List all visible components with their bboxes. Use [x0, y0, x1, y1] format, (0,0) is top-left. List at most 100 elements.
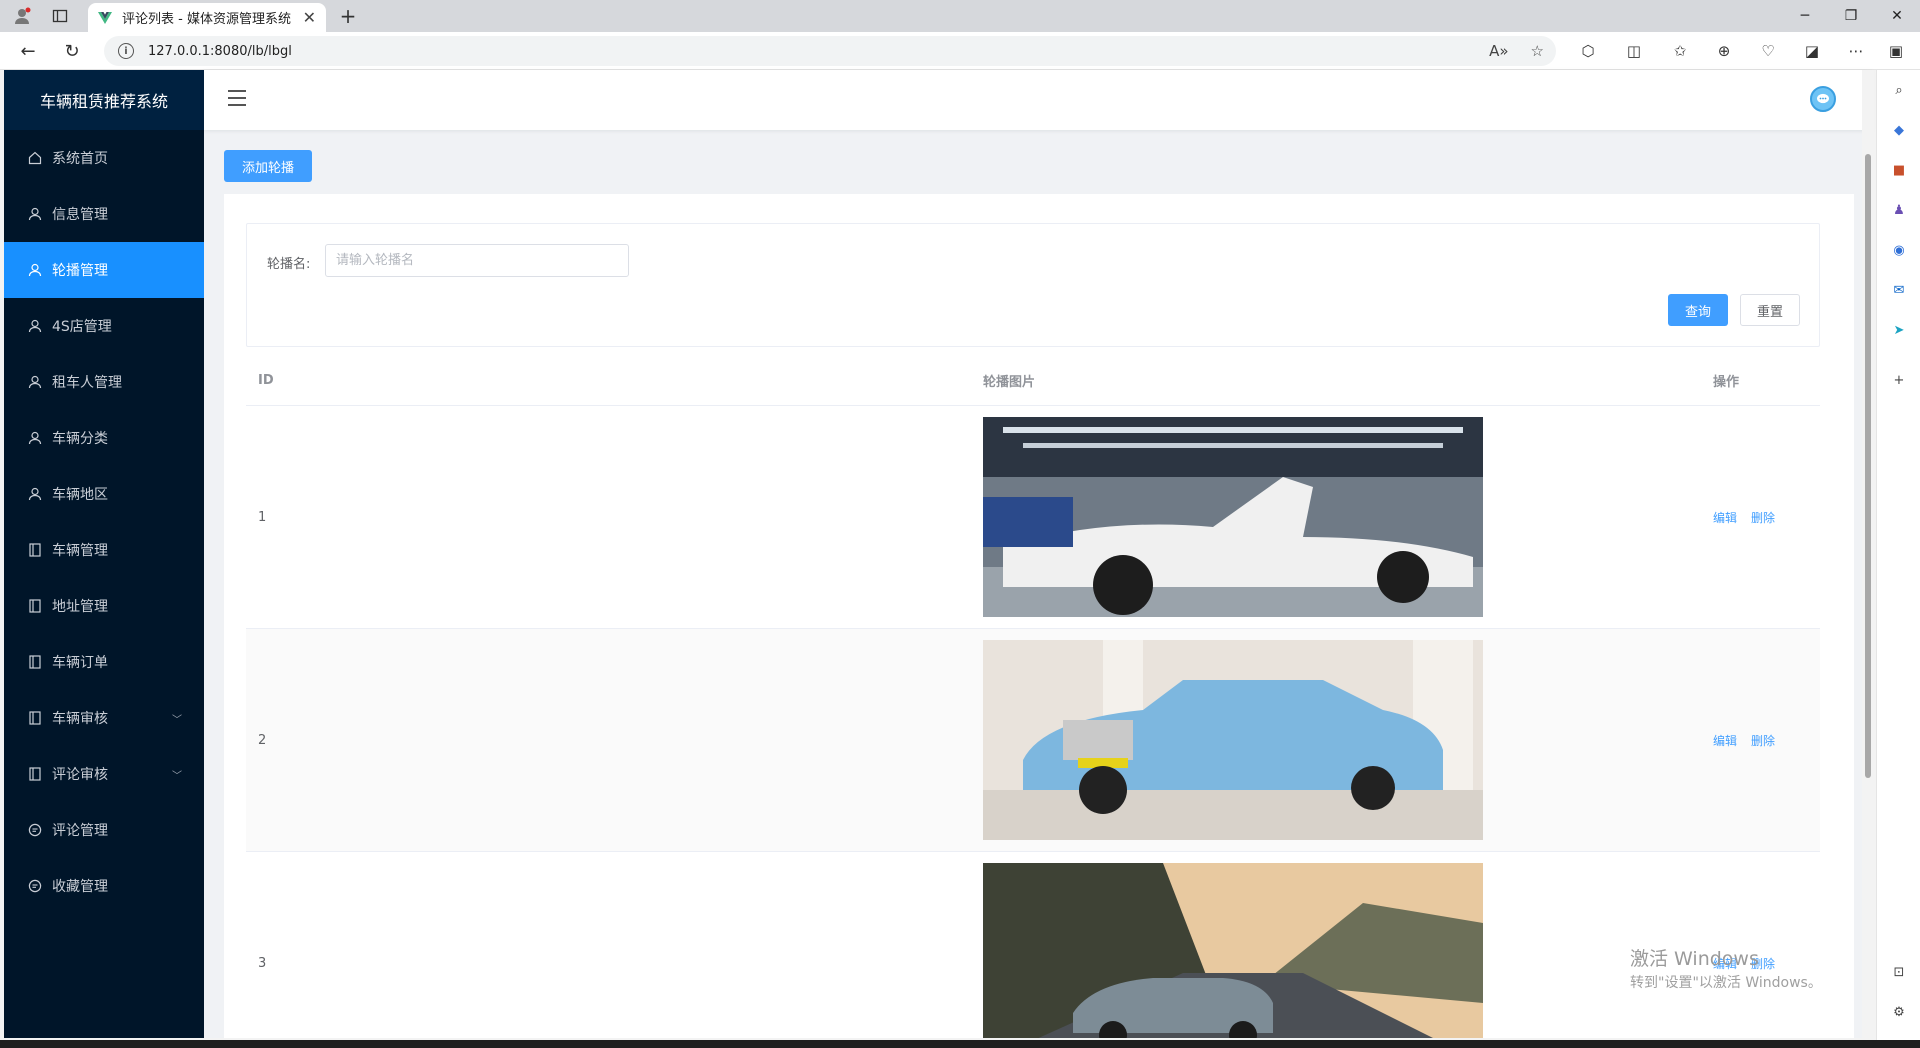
- add-panel-icon[interactable]: +: [1889, 370, 1909, 390]
- extensions-icon[interactable]: ⬡: [1576, 40, 1600, 62]
- sidebar-item-vehicle-category[interactable]: 车辆分类: [4, 410, 204, 466]
- send-icon[interactable]: ➤: [1889, 320, 1909, 340]
- sidebar-item-label: 评论审核: [52, 767, 108, 783]
- document-icon: [28, 655, 42, 669]
- minimize-icon[interactable]: ─: [1782, 0, 1828, 32]
- favorite-star-icon[interactable]: ☆: [1531, 42, 1544, 60]
- page-scrollbar[interactable]: [1862, 70, 1874, 1040]
- chat-icon: [28, 879, 42, 893]
- sidebar-item-4s-store[interactable]: 4S店管理: [4, 298, 204, 354]
- table-row: 2 编辑 删除: [246, 629, 1820, 852]
- carousel-name-input[interactable]: [325, 244, 629, 277]
- sidebar-item-label: 系统首页: [52, 151, 108, 167]
- search-icon[interactable]: ⌕: [1889, 80, 1909, 100]
- home-icon: [28, 151, 42, 165]
- sidebar-item-label: 车辆分类: [52, 431, 108, 447]
- browser-essentials-icon[interactable]: ♡: [1756, 40, 1780, 62]
- site-info-icon[interactable]: i: [118, 43, 134, 59]
- split-screen-icon[interactable]: ◫: [1622, 40, 1646, 62]
- delete-link[interactable]: 删除: [1751, 509, 1775, 526]
- sidebar-item-label: 信息管理: [52, 207, 108, 223]
- collections-icon[interactable]: ⊕: [1712, 40, 1736, 62]
- refresh-icon[interactable]: ↻: [60, 40, 84, 62]
- row-actions: 编辑 删除: [1713, 509, 1820, 526]
- document-icon: [28, 767, 42, 781]
- sidebar-item-vehicle-review[interactable]: 车辆审核 ﹀: [4, 690, 204, 746]
- column-header-image: 轮播图片: [983, 375, 1036, 390]
- sidebar-item-carousel[interactable]: 轮播管理: [4, 242, 204, 298]
- sidebar-item-comments[interactable]: 评论管理: [4, 802, 204, 858]
- edit-link[interactable]: 编辑: [1713, 509, 1737, 526]
- browser-tab[interactable]: 评论列表 - 媒体资源管理系统 ✕: [88, 3, 326, 32]
- edit-link[interactable]: 编辑: [1713, 732, 1737, 749]
- copilot-icon[interactable]: ◪: [1800, 40, 1824, 62]
- microsoft365-icon[interactable]: ◉: [1889, 240, 1909, 260]
- sidebar-item-label: 车辆管理: [52, 543, 108, 559]
- sidebar-item-info[interactable]: 信息管理: [4, 186, 204, 242]
- sidebar-item-address[interactable]: 地址管理: [4, 578, 204, 634]
- sidebar-item-label: 轮播管理: [52, 263, 108, 279]
- url-field[interactable]: i 127.0.0.1:8080/lb/lbgl A» ☆: [104, 36, 1556, 66]
- sidebar-item-label: 车辆订单: [52, 655, 108, 671]
- search-panel: 轮播名: 查询 重置: [246, 223, 1820, 347]
- document-icon: [28, 599, 42, 613]
- more-menu-icon[interactable]: ⋯: [1844, 40, 1868, 62]
- shopping-tag-icon[interactable]: ◆: [1889, 120, 1909, 140]
- close-window-icon[interactable]: ✕: [1874, 0, 1920, 32]
- sidebar-toggle-icon[interactable]: ▣: [1884, 40, 1908, 62]
- close-tab-icon[interactable]: ✕: [303, 8, 316, 27]
- sidebar-item-comment-review[interactable]: 评论审核 ﹀: [4, 746, 204, 802]
- activation-watermark-subtitle: 转到"设置"以激活 Windows。: [1630, 975, 1822, 991]
- content-area: 添加轮播 轮播名: 查询 重置 ID 轮播图片 操作 1: [204, 130, 1854, 1038]
- sidebar-item-renters[interactable]: 租车人管理: [4, 354, 204, 410]
- carousel-table: ID 轮播图片 操作 1 编辑 删除 2 编辑 删除 3 编辑 删除: [246, 356, 1820, 1038]
- sidebar-item-label: 车辆地区: [52, 487, 108, 503]
- add-carousel-button[interactable]: 添加轮播: [224, 150, 312, 182]
- reset-button[interactable]: 重置: [1740, 294, 1800, 326]
- games-icon[interactable]: ♟: [1889, 200, 1909, 220]
- table-row: 3 编辑 删除: [246, 852, 1820, 1038]
- user-icon: [28, 207, 42, 221]
- sidebar-item-orders[interactable]: 车辆订单: [4, 634, 204, 690]
- activation-watermark-title: 激活 Windows: [1630, 948, 1759, 970]
- edge-sidebar: ⌕ ◆ ■ ♟ ◉ ✉ ➤ + ⊡ ⚙: [1876, 70, 1920, 1040]
- sidebar-item-vehicle-region[interactable]: 车辆地区: [4, 466, 204, 522]
- screenshot-icon[interactable]: ⊡: [1889, 962, 1909, 982]
- sidebar-item-label: 车辆审核: [52, 711, 108, 727]
- delete-link[interactable]: 删除: [1751, 732, 1775, 749]
- chevron-down-icon: ﹀: [172, 714, 182, 726]
- tab-title: 评论列表 - 媒体资源管理系统: [122, 12, 291, 27]
- tab-actions-icon[interactable]: [48, 5, 72, 27]
- sidebar-item-label: 收藏管理: [52, 879, 108, 895]
- favorites-icon[interactable]: ✩: [1668, 40, 1692, 62]
- sidebar-item-home[interactable]: 系统首页: [4, 130, 204, 186]
- read-aloud-icon[interactable]: A»: [1489, 42, 1508, 60]
- sidebar-item-label: 地址管理: [52, 599, 108, 615]
- sidebar-menu: 系统首页 信息管理 轮播管理 4S店管理 租车人管理 车辆分类 车辆地区 车辆管…: [4, 130, 204, 914]
- sidebar: 车辆租赁推荐系统 系统首页 信息管理 轮播管理 4S店管理 租车人管理 车辆分类…: [4, 70, 204, 1038]
- query-button[interactable]: 查询: [1668, 294, 1728, 326]
- hamburger-menu-icon[interactable]: [228, 90, 246, 106]
- table-header: ID 轮播图片 操作: [246, 356, 1820, 406]
- avatar[interactable]: [1810, 86, 1836, 112]
- sidebar-item-favorites[interactable]: 收藏管理: [4, 858, 204, 914]
- carousel-image-blue-sedan: [983, 640, 1483, 840]
- windows-taskbar: [0, 1040, 1920, 1048]
- restore-icon[interactable]: ❐: [1828, 0, 1874, 32]
- chat-icon: [28, 823, 42, 837]
- new-tab-button[interactable]: +: [336, 4, 360, 28]
- sidebar-item-vehicles[interactable]: 车辆管理: [4, 522, 204, 578]
- toolbox-icon[interactable]: ■: [1889, 160, 1909, 180]
- back-icon[interactable]: ←: [16, 40, 40, 62]
- url-text: 127.0.0.1:8080/lb/lbgl: [148, 43, 292, 59]
- row-image-cell: [983, 417, 1713, 617]
- user-icon: [28, 375, 42, 389]
- outlook-icon[interactable]: ✉: [1889, 280, 1909, 300]
- row-id: 3: [258, 955, 267, 971]
- brand-title: 车辆租赁推荐系统: [4, 70, 204, 130]
- profile-icon[interactable]: [10, 5, 34, 27]
- sidebar-item-label: 评论管理: [52, 823, 108, 839]
- scrollbar-thumb[interactable]: [1865, 154, 1871, 778]
- row-id: 1: [258, 509, 267, 525]
- settings-gear-icon[interactable]: ⚙: [1889, 1002, 1909, 1022]
